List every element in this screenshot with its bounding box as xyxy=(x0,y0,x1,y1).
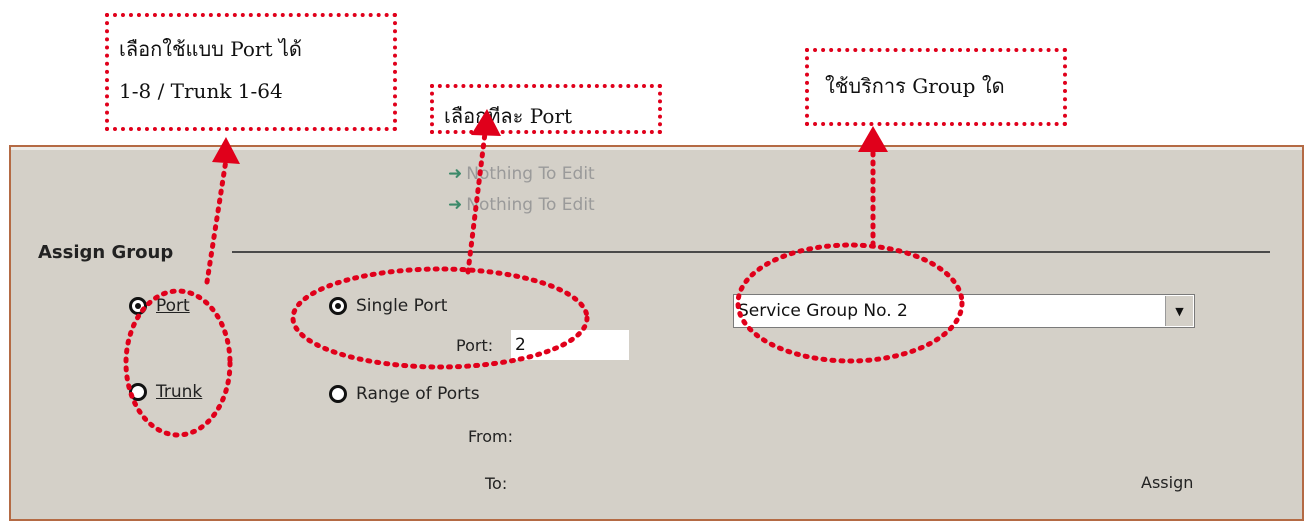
port-arrow-head xyxy=(471,109,501,136)
mode-arrow-head xyxy=(212,137,240,164)
annotation-overlay xyxy=(123,109,965,438)
mode-highlight-ellipse xyxy=(123,288,233,438)
group-arrow-head xyxy=(858,126,888,152)
group-highlight-ellipse xyxy=(735,242,965,364)
mode-arrow-line xyxy=(204,157,229,285)
port-arrow-line xyxy=(465,130,488,275)
single-port-highlight-ellipse xyxy=(290,266,590,370)
